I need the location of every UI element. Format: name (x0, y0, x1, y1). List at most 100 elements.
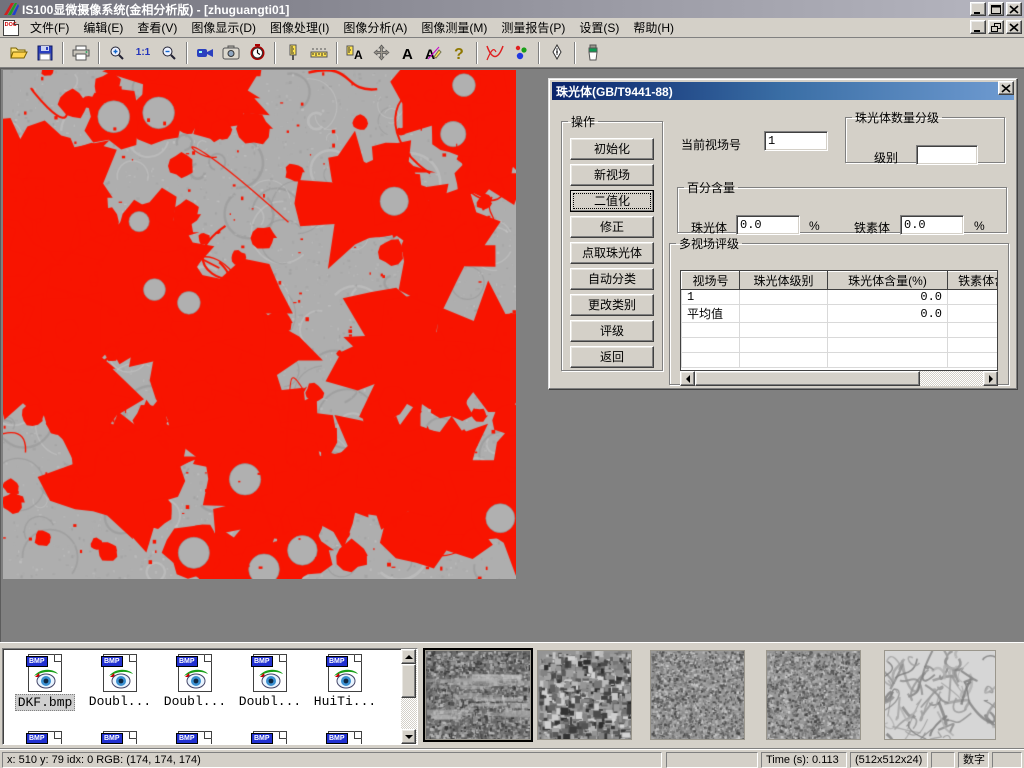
menu-image-display[interactable]: 图像显示(D) (184, 19, 263, 37)
menu-view[interactable]: 查看(V) (130, 19, 184, 37)
file-list: BMP DKF.bmp BMP Doubl... BMP Doubl... (2, 648, 418, 745)
status-position: x: 510 y: 79 idx: 0 RGB: (174, 174, 174) (2, 752, 662, 768)
file-name: Doubl... (237, 694, 303, 709)
text-button[interactable]: A (395, 41, 419, 65)
thumbnail-5[interactable] (884, 650, 996, 740)
col-ferrite-content[interactable]: 铁素体含量(%) (948, 272, 999, 290)
caliper-vertical-button[interactable] (281, 41, 305, 65)
col-pearlite-level[interactable]: 珠光体级别 (740, 272, 828, 290)
operations-group: 操作 初始化 新视场 二值化 修正 点取珠光体 自动分类 更改类别 评级 返回 (561, 113, 663, 371)
status-bar: x: 510 y: 79 idx: 0 RGB: (174, 174, 174)… (0, 748, 1024, 768)
mdi-minimize-button[interactable] (970, 20, 986, 34)
file-item-row2[interactable]: BMP (84, 731, 156, 745)
file-name: Doubl... (87, 694, 153, 709)
rate-button[interactable]: 评级 (570, 320, 654, 342)
table-row[interactable]: 10.0 (682, 290, 999, 305)
scroll-right-button[interactable] (983, 371, 998, 386)
thumbnail-1[interactable] (425, 650, 531, 740)
scrollbar-thumb[interactable] (695, 371, 920, 386)
file-item-double1[interactable]: BMP Doubl... (84, 654, 156, 709)
timer-button[interactable] (245, 41, 269, 65)
menu-help[interactable]: 帮助(H) (626, 19, 681, 37)
table-row[interactable] (682, 338, 999, 353)
capture-button[interactable] (219, 41, 243, 65)
table-row[interactable]: 平均值0.0 (682, 305, 999, 323)
table-horizontal-scrollbar[interactable] (680, 371, 998, 386)
bmp-file-icon: BMP (28, 654, 62, 692)
bottom-panel: BMP DKF.bmp BMP Doubl... BMP Doubl... (0, 642, 1024, 748)
thumbnail-2[interactable] (537, 650, 632, 740)
scroll-up-button[interactable] (401, 649, 416, 664)
file-item-double3[interactable]: BMP Doubl... (234, 654, 306, 709)
color-points-button[interactable] (509, 41, 533, 65)
auto-classify-button[interactable]: 自动分类 (570, 268, 654, 290)
correct-button[interactable]: 修正 (570, 216, 654, 238)
pearlite-label: 珠光体 (691, 219, 727, 236)
file-item-row2[interactable]: BMP (234, 731, 306, 745)
level-input[interactable] (916, 145, 978, 165)
scrollbar-thumb[interactable] (401, 664, 416, 698)
col-field-number[interactable]: 视场号 (682, 272, 740, 290)
thumbnail-3[interactable] (650, 650, 745, 740)
mdi-restore-button[interactable] (988, 20, 1004, 34)
minimize-button[interactable] (970, 2, 986, 16)
pen-button[interactable] (545, 41, 569, 65)
file-item-double2[interactable]: BMP Doubl... (159, 654, 231, 709)
dialog-close-button[interactable] (998, 81, 1014, 95)
file-item-row2[interactable]: BMP (9, 731, 81, 745)
change-class-button[interactable]: 更改类别 (570, 294, 654, 316)
menu-image-analysis[interactable]: 图像分析(A) (336, 19, 414, 37)
move-button[interactable] (369, 41, 393, 65)
close-button[interactable] (1006, 2, 1022, 16)
zoom-in-button[interactable] (105, 41, 129, 65)
text-edit-button[interactable]: A (421, 41, 445, 65)
menu-edit[interactable]: 编辑(E) (76, 19, 130, 37)
binarize-button[interactable]: 二值化 (570, 190, 654, 212)
menu-image-measure[interactable]: 图像测量(M) (414, 19, 494, 37)
current-field-input[interactable] (764, 131, 828, 151)
new-field-button[interactable]: 新视场 (570, 164, 654, 186)
svg-text:A: A (402, 46, 413, 61)
save-button[interactable] (33, 41, 57, 65)
file-item-dkf[interactable]: BMP DKF.bmp (9, 654, 81, 711)
document-icon[interactable]: DOC (3, 20, 19, 36)
actual-size-button[interactable]: 1:1 (131, 41, 155, 65)
maximize-button[interactable] (988, 2, 1004, 16)
help-button[interactable]: ? (447, 41, 471, 65)
init-button[interactable]: 初始化 (570, 138, 654, 160)
brush-button[interactable] (581, 41, 605, 65)
menu-measure-report[interactable]: 测量报告(P) (494, 19, 572, 37)
toolbar-separator (62, 42, 64, 64)
measure-text-button[interactable]: A (343, 41, 367, 65)
bmp-file-icon: BMP (253, 654, 287, 692)
scroll-left-button[interactable] (680, 371, 695, 386)
file-item-huiti[interactable]: BMP HuiTi... (309, 654, 381, 709)
open-button[interactable] (7, 41, 31, 65)
app-logo-icon (3, 2, 19, 16)
mdi-close-button[interactable] (1006, 20, 1022, 34)
menu-file[interactable]: 文件(F) (23, 19, 76, 37)
file-item-row2[interactable]: BMP (309, 731, 381, 745)
col-pearlite-content[interactable]: 珠光体含量(%) (828, 272, 948, 290)
pearlite-percent-input[interactable] (736, 215, 800, 235)
print-button[interactable] (69, 41, 93, 65)
ferrite-percent-input[interactable] (900, 215, 964, 235)
scroll-down-button[interactable] (401, 729, 416, 744)
svg-text:A: A (354, 48, 363, 61)
return-button[interactable]: 返回 (570, 346, 654, 368)
video-camera-button[interactable] (193, 41, 217, 65)
table-row[interactable] (682, 353, 999, 368)
micrograph-image[interactable] (3, 70, 516, 579)
caliper-horizontal-button[interactable] (307, 41, 331, 65)
zoom-out-button[interactable] (157, 41, 181, 65)
menu-settings[interactable]: 设置(S) (572, 19, 626, 37)
curve-button[interactable] (483, 41, 507, 65)
menu-image-processing[interactable]: 图像处理(I) (263, 19, 336, 37)
file-item-row2[interactable]: BMP (159, 731, 231, 745)
thumbnail-4[interactable] (766, 650, 861, 740)
file-list-scrollbar[interactable] (401, 649, 417, 744)
table-row[interactable] (682, 323, 999, 338)
pick-pearlite-button[interactable]: 点取珠光体 (570, 242, 654, 264)
operations-legend: 操作 (568, 113, 598, 130)
toolbar-separator (538, 42, 540, 64)
